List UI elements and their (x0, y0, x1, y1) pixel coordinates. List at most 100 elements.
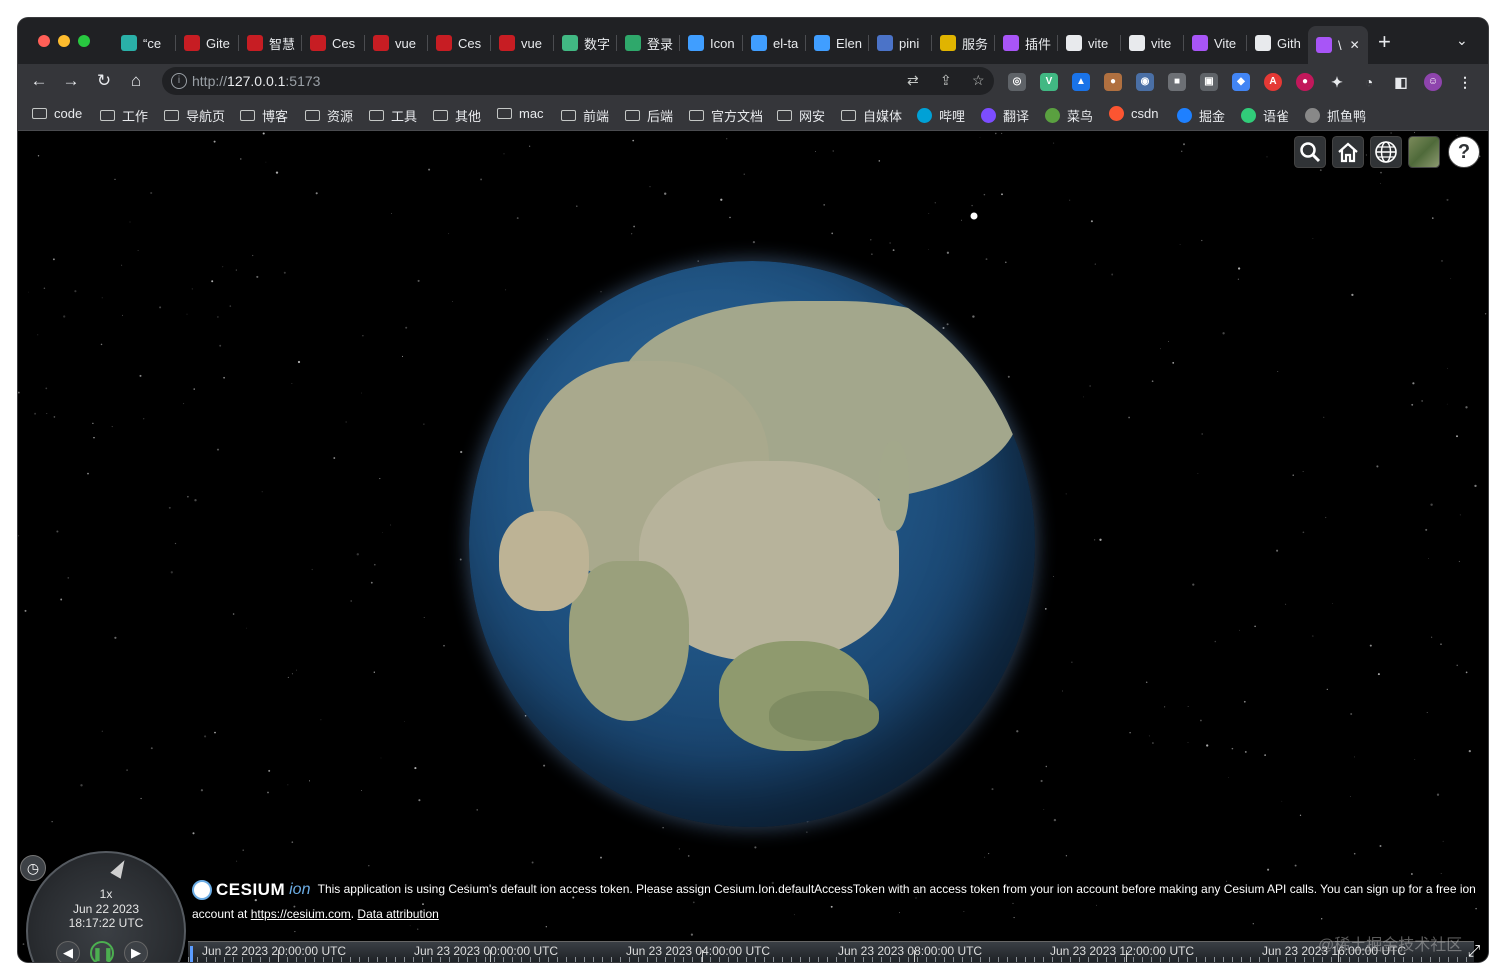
adblock-icon[interactable]: A (1264, 73, 1282, 91)
tab-3[interactable]: Ces (302, 30, 365, 56)
pause-button[interactable]: ❚❚ (90, 941, 114, 962)
bookmark-label: mac (519, 106, 544, 121)
tab-6[interactable]: vue (491, 30, 554, 56)
vue-devtools-icon[interactable]: V (1040, 73, 1058, 91)
bookmark-0[interactable]: code (32, 106, 82, 121)
tab-13[interactable]: 服务 (932, 30, 995, 56)
extension-icon[interactable]: ● (1296, 73, 1314, 91)
data-attribution-link[interactable]: Data attribution (357, 907, 438, 921)
share-icon[interactable]: ⇪ (940, 72, 952, 89)
tab-16[interactable]: vite (1121, 30, 1184, 56)
star (928, 213, 930, 214)
cesium-ion-logo[interactable]: CESIUM ion (192, 878, 310, 902)
help-button[interactable]: ? (1448, 136, 1480, 168)
bookmark-14[interactable]: 翻译 (981, 106, 1029, 125)
bookmark-12[interactable]: 自媒体 (841, 106, 902, 125)
star (1323, 416, 1325, 418)
reload-button[interactable]: ↻ (93, 70, 115, 92)
tab-8[interactable]: 登录 (617, 30, 680, 56)
star (390, 524, 392, 526)
tab-0[interactable]: “ce (113, 30, 176, 56)
bookmark-2[interactable]: 导航页 (164, 106, 225, 125)
search-button[interactable] (1294, 136, 1326, 168)
star (1430, 503, 1433, 506)
forward-button[interactable]: → (60, 70, 82, 92)
close-window-button[interactable] (38, 35, 50, 47)
star (67, 577, 70, 579)
tab-search-button[interactable]: ⌄ (1456, 32, 1468, 49)
bookmark-6[interactable]: 其他 (433, 106, 481, 125)
tab-19[interactable]: \ ✕ (1308, 26, 1368, 64)
star (256, 275, 259, 278)
profile-avatar[interactable]: ☺ (1424, 73, 1442, 91)
maximize-window-button[interactable] (78, 35, 90, 47)
bookmark-4[interactable]: 资源 (305, 106, 353, 125)
tab-5[interactable]: Ces (428, 30, 491, 56)
tab-2[interactable]: 智慧 (239, 30, 302, 56)
bookmark-label: 前端 (583, 109, 610, 124)
side-panel-icon[interactable]: ◧ (1392, 73, 1410, 91)
star (121, 264, 123, 266)
earth-globe[interactable] (469, 261, 1035, 827)
bookmark-9[interactable]: 后端 (625, 106, 673, 125)
tab-15[interactable]: vite (1058, 30, 1121, 56)
tab-18[interactable]: Gith (1247, 30, 1310, 56)
bookmark-11[interactable]: 网安 (777, 106, 825, 125)
india-landmass (569, 561, 689, 721)
scene-mode-button[interactable] (1370, 136, 1402, 168)
tab-label: Ces (458, 35, 482, 51)
tab-1[interactable]: Gite (176, 30, 239, 56)
extension-icon[interactable]: ◎ (1008, 73, 1026, 91)
play-forward-button[interactable]: ▶ (124, 941, 148, 962)
star (476, 809, 478, 811)
cesium-viewer[interactable]: ? ◷ 1x Jun 22 2023 18:17:22 UTC ◀ ❚❚ ▶ C… (18, 131, 1488, 962)
bookmark-star-icon[interactable]: ☆ (972, 72, 985, 89)
bookmark-5[interactable]: 工具 (369, 106, 417, 125)
bookmark-3[interactable]: 博客 (240, 106, 288, 125)
home-icon (1338, 142, 1358, 163)
extension-icon[interactable]: ◉ (1136, 73, 1154, 91)
fullscreen-button[interactable]: ⤢ (1462, 941, 1486, 962)
translate-icon[interactable]: ⇄ (907, 72, 919, 89)
bookmark-1[interactable]: 工作 (100, 106, 148, 125)
extension-icon[interactable]: ◆ (1232, 73, 1250, 91)
bookmark-10[interactable]: 官方文档 (689, 106, 763, 125)
menu-icon[interactable]: ⋮ (1456, 73, 1474, 91)
address-bar[interactable]: i http://127.0.0.1:5173 ⇄ ⇪ ☆ (162, 67, 994, 95)
minimize-window-button[interactable] (58, 35, 70, 47)
tab-9[interactable]: Icon (680, 30, 743, 56)
extension-icon[interactable]: ▲ (1072, 73, 1090, 91)
new-tab-button[interactable]: + (1378, 31, 1391, 53)
extension-icon[interactable]: ● (1104, 73, 1122, 91)
bookmark-19[interactable]: 抓鱼鸭 (1305, 106, 1366, 125)
extension-icon[interactable]: ■ (1168, 73, 1186, 91)
bookmark-13[interactable]: 哔哩 (917, 106, 965, 125)
tab-7[interactable]: 数字 (554, 30, 617, 56)
bookmark-16[interactable]: csdn (1109, 106, 1158, 121)
timeline[interactable]: Jun 22 2023 20:00:00 UTC Jun 23 2023 00:0… (188, 941, 1474, 962)
bookmark-17[interactable]: 掘金 (1177, 106, 1225, 125)
play-reverse-button[interactable]: ◀ (56, 941, 80, 962)
tab-17[interactable]: Vite (1184, 30, 1247, 56)
extension-icon[interactable]: ▣ (1200, 73, 1218, 91)
home-view-button[interactable] (1332, 136, 1364, 168)
close-tab-icon[interactable]: ✕ (1350, 38, 1360, 52)
extension-icon[interactable]: ◔ (1360, 73, 1378, 91)
home-button[interactable]: ⌂ (125, 70, 147, 92)
back-button[interactable]: ← (28, 70, 50, 92)
tab-11[interactable]: Elen (806, 30, 869, 56)
tab-14[interactable]: 插件 (995, 30, 1058, 56)
puzzle-icon[interactable]: ✦ (1328, 73, 1346, 91)
site-info-icon[interactable]: i (171, 73, 187, 89)
bookmark-8[interactable]: 前端 (561, 106, 609, 125)
tab-10[interactable]: el-ta (743, 30, 806, 56)
bookmark-7[interactable]: mac (497, 106, 544, 121)
bookmark-15[interactable]: 菜鸟 (1045, 106, 1093, 125)
base-layer-picker[interactable] (1408, 136, 1440, 168)
bookmark-18[interactable]: 语雀 (1241, 106, 1289, 125)
cesium-link[interactable]: https://cesium.com (251, 907, 351, 921)
tab-12[interactable]: pini (869, 30, 932, 56)
tab-4[interactable]: vue (365, 30, 428, 56)
timeline-needle[interactable] (190, 946, 193, 962)
star (261, 491, 263, 493)
